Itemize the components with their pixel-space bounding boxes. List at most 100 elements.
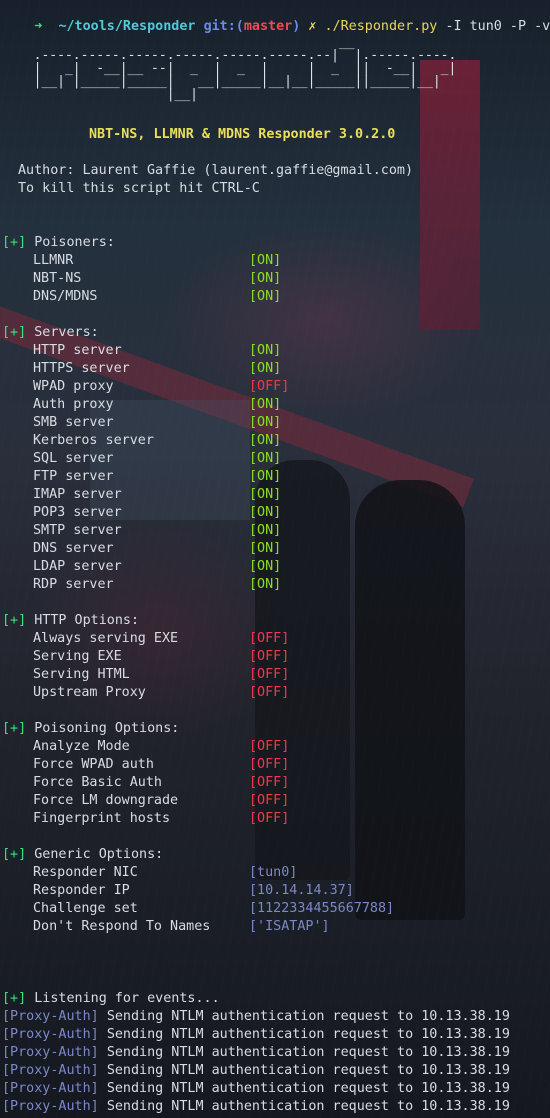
option-label-upstream-proxy: Upstream Proxy (33, 685, 146, 700)
option-status-analyze-mode: [OFF] (249, 739, 290, 754)
option-label-auth-proxy: Auth proxy (33, 397, 114, 412)
section-header: [+] Poisoning Options: (2, 720, 179, 738)
option-status-ldap-server: [ON] (249, 559, 282, 574)
option-label-pop3-server: POP3 server (33, 505, 122, 520)
listening-status: [+] Listening for events... (2, 990, 220, 1008)
log-message: Sending NTLM authentication request to 1… (106, 1099, 510, 1114)
log-message: Sending NTLM authentication request to 1… (106, 1045, 510, 1060)
option-status-dns-mdns: [ON] (249, 289, 282, 304)
option-status-wpad-proxy: [OFF] (249, 379, 290, 394)
log-tag: [Proxy-Auth] (2, 1027, 99, 1042)
author-line: Author: Laurent Gaffie (laurent.gaffie@g… (18, 163, 414, 178)
option-status-pop3-server: [ON] (249, 505, 282, 520)
option-status-llmnr: [ON] (249, 253, 282, 268)
option-label-force-wpad-auth: Force WPAD auth (33, 757, 154, 772)
option-status-nbt-ns: [ON] (249, 271, 282, 286)
option-status-imap-server: [ON] (249, 487, 282, 502)
section-marker: [+] (2, 721, 27, 736)
option-label-rdp-server: RDP server (33, 577, 114, 592)
section-marker: [+] (2, 325, 27, 340)
option-status-always-serving-exe: [OFF] (249, 631, 290, 646)
option-label-serving-html: Serving HTML (33, 667, 130, 682)
section-header: [+] Generic Options: (2, 846, 163, 864)
option-status-sql-server: [ON] (249, 451, 282, 466)
option-label-smb-server: SMB server (33, 415, 114, 430)
option-value-challenge-set: [1122334455667788] (249, 901, 395, 916)
section-marker: [+] (2, 613, 27, 628)
option-status-https-server: [ON] (249, 361, 282, 376)
option-label-kerberos-server: Kerberos server (33, 433, 154, 448)
option-status-smtp-server: [ON] (249, 523, 282, 538)
option-label-responder-nic: Responder NIC (33, 865, 138, 880)
option-value-responder-ip: [10.14.14.37] (249, 883, 354, 898)
option-status-smb-server: [ON] (249, 415, 282, 430)
option-label-wpad-proxy: WPAD proxy (33, 379, 114, 394)
log-tag: [Proxy-Auth] (2, 1099, 99, 1114)
option-status-force-wpad-auth: [OFF] (249, 757, 290, 772)
option-label-ftp-server: FTP server (33, 469, 114, 484)
option-status-http-server: [ON] (249, 343, 282, 358)
log-entry: [Proxy-Auth] Sending NTLM authentication… (2, 1098, 510, 1116)
log-tag: [Proxy-Auth] (2, 1063, 99, 1078)
option-status-ftp-server: [ON] (249, 469, 282, 484)
option-status-force-lm-downgrade: [OFF] (249, 793, 290, 808)
option-label-dns-mdns: DNS/MDNS (33, 289, 98, 304)
option-label-imap-server: IMAP server (33, 487, 122, 502)
prompt-git-label: git:( (203, 19, 244, 34)
option-label-challenge-set: Challenge set (33, 901, 138, 916)
option-label-dns-server: DNS server (33, 541, 114, 556)
shell-prompt: ➜ ~/tools/Responder git:(master) ✗ ./Res… (2, 0, 550, 34)
log-message: Sending NTLM authentication request to 1… (106, 1009, 510, 1024)
option-label-smtp-server: SMTP server (33, 523, 122, 538)
log-entry: [Proxy-Auth] Sending NTLM authentication… (2, 1044, 510, 1062)
section-marker: [+] (2, 235, 27, 250)
log-message: Sending NTLM authentication request to 1… (106, 1027, 510, 1042)
log-message: Sending NTLM authentication request to 1… (106, 1081, 510, 1096)
option-status-auth-proxy: [ON] (249, 397, 282, 412)
option-label-always-serving-exe: Always serving EXE (33, 631, 179, 646)
option-label-nbt-ns: NBT-NS (33, 271, 82, 286)
section-title: HTTP Options: (34, 613, 140, 628)
kill-hint-line: To kill this script hit CTRL-C (18, 181, 260, 196)
option-label-responder-ip: Responder IP (33, 883, 130, 898)
section-marker: [+] (2, 847, 27, 862)
responder-ascii-logo: __ .----.-----.-----.-----.-----.-----.-… (33, 35, 457, 102)
prompt-git-close: ) (292, 19, 301, 34)
option-label-fingerprint-hosts: Fingerprint hosts (33, 811, 171, 826)
log-tag: [Proxy-Auth] (2, 1081, 99, 1096)
option-value-dont-respond-to-names: ['ISATAP'] (249, 919, 330, 934)
log-entry: [Proxy-Auth] Sending NTLM authentication… (2, 1062, 510, 1080)
section-title: Poisoners: (34, 235, 115, 250)
prompt-args: -I tun0 -P -v (445, 19, 550, 34)
option-label-force-lm-downgrade: Force LM downgrade (33, 793, 179, 808)
log-tag: [Proxy-Auth] (2, 1045, 99, 1060)
section-header: [+] Servers: (2, 324, 99, 342)
prompt-arrow-icon: ➜ (34, 19, 43, 34)
option-status-serving-exe: [OFF] (249, 649, 290, 664)
option-label-force-basic-auth: Force Basic Auth (33, 775, 162, 790)
listening-marker: [+] (2, 991, 27, 1006)
section-header: [+] Poisoners: (2, 234, 115, 252)
option-value-responder-nic: [tun0] (249, 865, 298, 880)
option-status-dns-server: [ON] (249, 541, 282, 556)
option-label-dont-respond-to-names: Don't Respond To Names (33, 919, 211, 934)
option-label-http-server: HTTP server (33, 343, 122, 358)
prompt-dirty-icon: ✗ (308, 19, 317, 34)
prompt-cwd: ~/tools/Responder (58, 19, 196, 34)
prompt-command: ./Responder.py (324, 19, 438, 34)
prompt-git-branch: master (243, 19, 293, 34)
option-label-analyze-mode: Analyze Mode (33, 739, 130, 754)
banner-title: NBT-NS, LLMNR & MDNS Responder 3.0.2.0 (89, 127, 396, 142)
option-status-upstream-proxy: [OFF] (249, 685, 290, 700)
log-entry: [Proxy-Auth] Sending NTLM authentication… (2, 1080, 510, 1098)
section-title: Generic Options: (34, 847, 164, 862)
log-tag: [Proxy-Auth] (2, 1009, 99, 1024)
option-label-llmnr: LLMNR (33, 253, 74, 268)
section-title: Servers: (34, 325, 99, 340)
option-status-rdp-server: [ON] (249, 577, 282, 592)
option-label-ldap-server: LDAP server (33, 559, 122, 574)
option-status-force-basic-auth: [OFF] (249, 775, 290, 790)
log-entry: [Proxy-Auth] Sending NTLM authentication… (2, 1026, 510, 1044)
option-status-kerberos-server: [ON] (249, 433, 282, 448)
section-title: Poisoning Options: (34, 721, 180, 736)
